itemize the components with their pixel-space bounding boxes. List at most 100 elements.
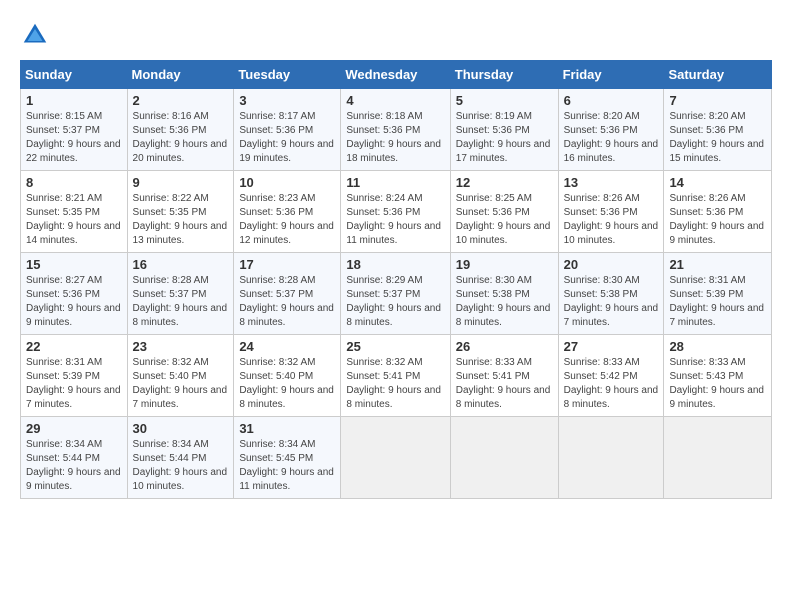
calendar-cell: [450, 417, 558, 499]
day-number: 30: [133, 421, 229, 436]
day-of-week-saturday: Saturday: [664, 61, 772, 89]
day-info: Sunrise: 8:32 AMSunset: 5:41 PMDaylight:…: [346, 356, 444, 412]
calendar-cell: 18 Sunrise: 8:29 AMSunset: 5:37 PMDayligh…: [341, 253, 450, 335]
day-info: Sunrise: 8:28 AMSunset: 5:37 PMDaylight:…: [133, 274, 229, 330]
day-number: 31: [239, 421, 335, 436]
page-header: [20, 20, 772, 50]
day-number: 18: [346, 257, 444, 272]
calendar-cell: 12 Sunrise: 8:25 AMSunset: 5:36 PMDayligh…: [450, 171, 558, 253]
calendar-cell: 23 Sunrise: 8:32 AMSunset: 5:40 PMDayligh…: [127, 335, 234, 417]
day-info: Sunrise: 8:33 AMSunset: 5:42 PMDaylight:…: [564, 356, 659, 412]
day-number: 29: [26, 421, 122, 436]
day-of-week-monday: Monday: [127, 61, 234, 89]
day-info: Sunrise: 8:34 AMSunset: 5:45 PMDaylight:…: [239, 438, 335, 494]
calendar-cell: 14 Sunrise: 8:26 AMSunset: 5:36 PMDayligh…: [664, 171, 772, 253]
day-info: Sunrise: 8:26 AMSunset: 5:36 PMDaylight:…: [564, 192, 659, 248]
day-number: 26: [456, 339, 553, 354]
day-of-week-tuesday: Tuesday: [234, 61, 341, 89]
day-info: Sunrise: 8:24 AMSunset: 5:36 PMDaylight:…: [346, 192, 444, 248]
day-number: 6: [564, 93, 659, 108]
calendar-cell: 6 Sunrise: 8:20 AMSunset: 5:36 PMDaylight…: [558, 89, 664, 171]
day-of-week-friday: Friday: [558, 61, 664, 89]
day-info: Sunrise: 8:29 AMSunset: 5:37 PMDaylight:…: [346, 274, 444, 330]
day-number: 21: [669, 257, 766, 272]
day-info: Sunrise: 8:32 AMSunset: 5:40 PMDaylight:…: [239, 356, 335, 412]
calendar-cell: 24 Sunrise: 8:32 AMSunset: 5:40 PMDayligh…: [234, 335, 341, 417]
header-row: SundayMondayTuesdayWednesdayThursdayFrid…: [21, 61, 772, 89]
calendar-cell: [341, 417, 450, 499]
day-number: 23: [133, 339, 229, 354]
calendar-cell: 9 Sunrise: 8:22 AMSunset: 5:35 PMDaylight…: [127, 171, 234, 253]
calendar-cell: 8 Sunrise: 8:21 AMSunset: 5:35 PMDaylight…: [21, 171, 128, 253]
calendar-table: SundayMondayTuesdayWednesdayThursdayFrid…: [20, 60, 772, 499]
day-number: 12: [456, 175, 553, 190]
day-info: Sunrise: 8:33 AMSunset: 5:43 PMDaylight:…: [669, 356, 766, 412]
day-number: 25: [346, 339, 444, 354]
day-number: 24: [239, 339, 335, 354]
logo: [20, 20, 54, 50]
day-number: 22: [26, 339, 122, 354]
day-number: 14: [669, 175, 766, 190]
calendar-cell: 20 Sunrise: 8:30 AMSunset: 5:38 PMDayligh…: [558, 253, 664, 335]
calendar-week-4: 22 Sunrise: 8:31 AMSunset: 5:39 PMDayligh…: [21, 335, 772, 417]
day-info: Sunrise: 8:15 AMSunset: 5:37 PMDaylight:…: [26, 110, 122, 166]
day-number: 28: [669, 339, 766, 354]
calendar-cell: 17 Sunrise: 8:28 AMSunset: 5:37 PMDayligh…: [234, 253, 341, 335]
day-info: Sunrise: 8:23 AMSunset: 5:36 PMDaylight:…: [239, 192, 335, 248]
day-info: Sunrise: 8:30 AMSunset: 5:38 PMDaylight:…: [456, 274, 553, 330]
day-info: Sunrise: 8:31 AMSunset: 5:39 PMDaylight:…: [669, 274, 766, 330]
day-info: Sunrise: 8:26 AMSunset: 5:36 PMDaylight:…: [669, 192, 766, 248]
day-number: 1: [26, 93, 122, 108]
calendar-week-1: 1 Sunrise: 8:15 AMSunset: 5:37 PMDaylight…: [21, 89, 772, 171]
day-info: Sunrise: 8:20 AMSunset: 5:36 PMDaylight:…: [564, 110, 659, 166]
day-info: Sunrise: 8:18 AMSunset: 5:36 PMDaylight:…: [346, 110, 444, 166]
calendar-cell: [664, 417, 772, 499]
calendar-week-3: 15 Sunrise: 8:27 AMSunset: 5:36 PMDayligh…: [21, 253, 772, 335]
day-number: 13: [564, 175, 659, 190]
day-number: 5: [456, 93, 553, 108]
logo-icon: [20, 20, 50, 50]
day-info: Sunrise: 8:31 AMSunset: 5:39 PMDaylight:…: [26, 356, 122, 412]
calendar-week-2: 8 Sunrise: 8:21 AMSunset: 5:35 PMDaylight…: [21, 171, 772, 253]
day-of-week-wednesday: Wednesday: [341, 61, 450, 89]
day-info: Sunrise: 8:17 AMSunset: 5:36 PMDaylight:…: [239, 110, 335, 166]
day-info: Sunrise: 8:32 AMSunset: 5:40 PMDaylight:…: [133, 356, 229, 412]
day-number: 20: [564, 257, 659, 272]
calendar-cell: 7 Sunrise: 8:20 AMSunset: 5:36 PMDaylight…: [664, 89, 772, 171]
day-number: 11: [346, 175, 444, 190]
day-number: 9: [133, 175, 229, 190]
calendar-cell: 15 Sunrise: 8:27 AMSunset: 5:36 PMDayligh…: [21, 253, 128, 335]
day-info: Sunrise: 8:19 AMSunset: 5:36 PMDaylight:…: [456, 110, 553, 166]
calendar-cell: 25 Sunrise: 8:32 AMSunset: 5:41 PMDayligh…: [341, 335, 450, 417]
day-number: 17: [239, 257, 335, 272]
day-number: 7: [669, 93, 766, 108]
day-number: 2: [133, 93, 229, 108]
calendar-body: 1 Sunrise: 8:15 AMSunset: 5:37 PMDaylight…: [21, 89, 772, 499]
day-number: 8: [26, 175, 122, 190]
calendar-week-5: 29 Sunrise: 8:34 AMSunset: 5:44 PMDayligh…: [21, 417, 772, 499]
day-info: Sunrise: 8:22 AMSunset: 5:35 PMDaylight:…: [133, 192, 229, 248]
calendar-cell: 3 Sunrise: 8:17 AMSunset: 5:36 PMDaylight…: [234, 89, 341, 171]
day-number: 10: [239, 175, 335, 190]
day-info: Sunrise: 8:21 AMSunset: 5:35 PMDaylight:…: [26, 192, 122, 248]
day-number: 3: [239, 93, 335, 108]
day-info: Sunrise: 8:34 AMSunset: 5:44 PMDaylight:…: [133, 438, 229, 494]
calendar-cell: 10 Sunrise: 8:23 AMSunset: 5:36 PMDayligh…: [234, 171, 341, 253]
calendar-cell: 26Sunrise: 8:33 AMSunset: 5:41 PMDayligh…: [450, 335, 558, 417]
day-info: Sunrise: 8:16 AMSunset: 5:36 PMDaylight:…: [133, 110, 229, 166]
day-info: Sunrise: 8:25 AMSunset: 5:36 PMDaylight:…: [456, 192, 553, 248]
calendar-cell: 1 Sunrise: 8:15 AMSunset: 5:37 PMDaylight…: [21, 89, 128, 171]
calendar-cell: 28 Sunrise: 8:33 AMSunset: 5:43 PMDayligh…: [664, 335, 772, 417]
day-info: Sunrise: 8:28 AMSunset: 5:37 PMDaylight:…: [239, 274, 335, 330]
day-number: 15: [26, 257, 122, 272]
day-info: Sunrise: 8:27 AMSunset: 5:36 PMDaylight:…: [26, 274, 122, 330]
calendar-cell: 11 Sunrise: 8:24 AMSunset: 5:36 PMDayligh…: [341, 171, 450, 253]
day-number: 16: [133, 257, 229, 272]
day-number: 27: [564, 339, 659, 354]
day-of-week-sunday: Sunday: [21, 61, 128, 89]
day-info: Sunrise: 8:20 AMSunset: 5:36 PMDaylight:…: [669, 110, 766, 166]
day-info: Sunrise: 8:34 AMSunset: 5:44 PMDaylight:…: [26, 438, 122, 494]
day-info: Sunrise: 8:30 AMSunset: 5:38 PMDaylight:…: [564, 274, 659, 330]
calendar-cell: 22 Sunrise: 8:31 AMSunset: 5:39 PMDayligh…: [21, 335, 128, 417]
calendar-cell: 19Sunrise: 8:30 AMSunset: 5:38 PMDayligh…: [450, 253, 558, 335]
